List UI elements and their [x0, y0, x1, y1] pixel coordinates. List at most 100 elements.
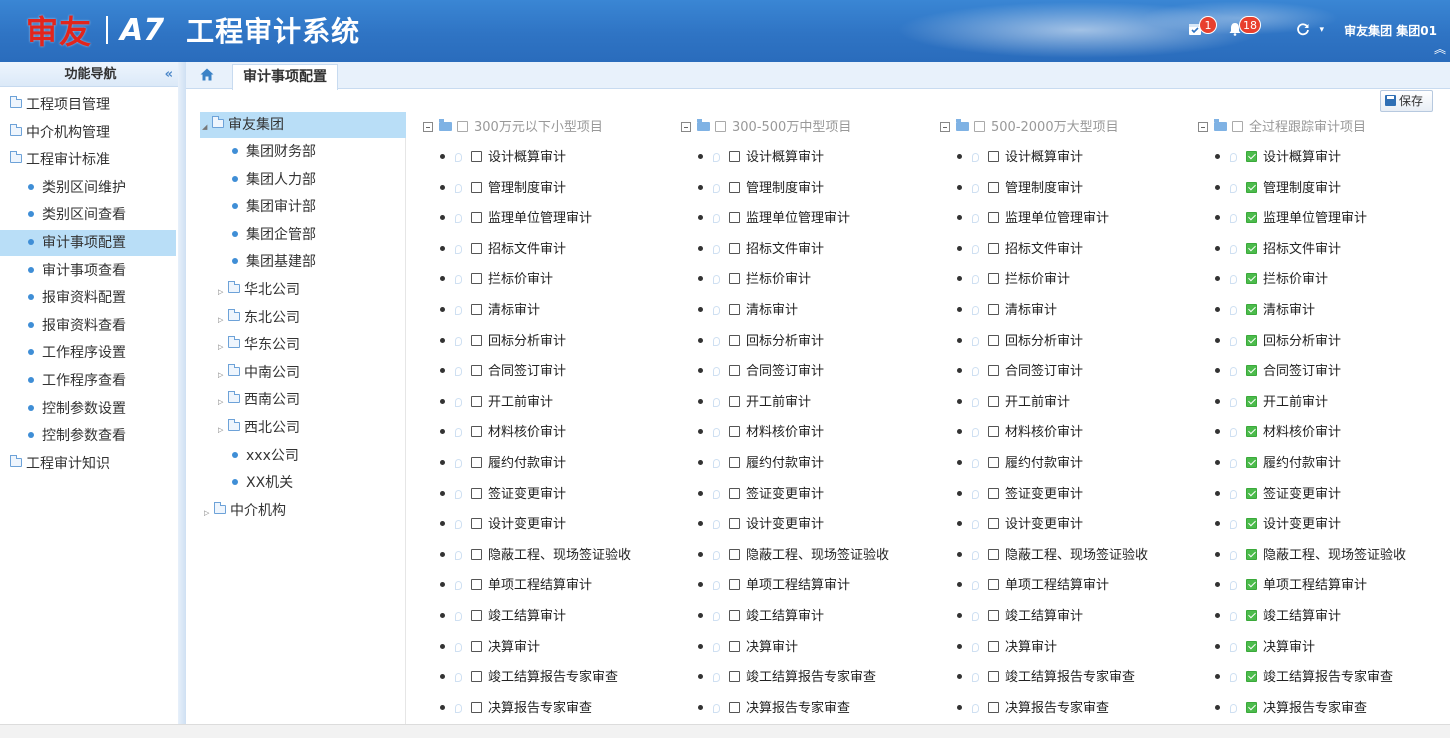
audit-item-checkbox[interactable]: [1246, 701, 1257, 713]
sidebar-item[interactable]: 类别区间维护: [0, 175, 176, 201]
audit-item[interactable]: 设计概算审计: [1215, 147, 1341, 169]
audit-item[interactable]: 回标分析审计: [440, 331, 566, 353]
audit-item-checkbox[interactable]: [471, 365, 482, 377]
audit-item-checkbox[interactable]: [471, 579, 482, 591]
collapsed-triangle-icon[interactable]: ▷: [218, 362, 228, 388]
tab-audit-item-config[interactable]: 审计事项配置: [232, 64, 338, 90]
calendar-icon[interactable]: 1: [1188, 16, 1217, 40]
audit-item-checkbox[interactable]: [988, 701, 999, 713]
audit-item[interactable]: 回标分析审计: [698, 331, 824, 353]
audit-item[interactable]: 开工前审计: [957, 392, 1070, 414]
audit-item[interactable]: 招标文件审计: [957, 239, 1083, 261]
audit-item[interactable]: 隐蔽工程、现场签证验收: [440, 545, 631, 567]
sidebar-item[interactable]: 工程审计知识: [0, 451, 176, 477]
audit-item[interactable]: 管理制度审计: [1215, 178, 1341, 200]
audit-item[interactable]: 回标分析审计: [1215, 331, 1341, 353]
audit-item-checkbox[interactable]: [729, 181, 740, 193]
audit-item[interactable]: 合同签订审计: [440, 361, 566, 383]
audit-item[interactable]: 履约付款审计: [698, 453, 824, 475]
audit-item-checkbox[interactable]: [471, 640, 482, 652]
audit-item[interactable]: 竣工结算审计: [957, 606, 1083, 628]
audit-item-checkbox[interactable]: [471, 212, 482, 224]
audit-item[interactable]: 履约付款审计: [1215, 453, 1341, 475]
audit-item[interactable]: 开工前审计: [698, 392, 811, 414]
column-checkbox[interactable]: [1232, 121, 1243, 132]
audit-item-checkbox[interactable]: [988, 457, 999, 468]
audit-item-checkbox[interactable]: [471, 671, 482, 683]
audit-item-checkbox[interactable]: [1246, 640, 1257, 652]
audit-item-checkbox[interactable]: [1246, 487, 1257, 499]
audit-item-checkbox[interactable]: [729, 610, 740, 621]
audit-item[interactable]: 设计概算审计: [957, 147, 1083, 169]
audit-item[interactable]: 竣工结算报告专家审查: [440, 667, 618, 689]
audit-item[interactable]: 竣工结算审计: [1215, 606, 1341, 628]
audit-item[interactable]: 决算报告专家审查: [698, 698, 850, 720]
sidebar-item[interactable]: 报审资料查看: [0, 313, 176, 339]
audit-item-checkbox[interactable]: [988, 304, 999, 315]
org-tree-item[interactable]: 集团基建部: [232, 249, 316, 275]
sidebar-item[interactable]: 工作程序查看: [0, 368, 176, 394]
audit-item[interactable]: 招标文件审计: [698, 239, 824, 261]
audit-item[interactable]: 开工前审计: [440, 392, 553, 414]
audit-item-checkbox[interactable]: [729, 151, 740, 162]
audit-item[interactable]: 拦标价审计: [957, 269, 1070, 291]
audit-item[interactable]: 竣工结算审计: [440, 606, 566, 628]
user-info[interactable]: 审友集团 集团01: [1344, 22, 1437, 39]
audit-item-checkbox[interactable]: [988, 151, 999, 162]
column-checkbox[interactable]: [457, 121, 468, 132]
audit-item-checkbox[interactable]: [471, 334, 482, 346]
audit-item[interactable]: 合同签订审计: [1215, 361, 1341, 383]
audit-item-checkbox[interactable]: [1246, 304, 1257, 315]
column-checkbox[interactable]: [715, 121, 726, 132]
audit-item-checkbox[interactable]: [729, 518, 740, 530]
audit-item-checkbox[interactable]: [1246, 579, 1257, 591]
audit-item[interactable]: 签证变更审计: [1215, 484, 1341, 506]
audit-item[interactable]: 材料核价审计: [1215, 422, 1341, 444]
audit-item[interactable]: 决算审计: [1215, 637, 1315, 659]
audit-item[interactable]: 竣工结算报告专家审查: [957, 667, 1135, 689]
audit-item-checkbox[interactable]: [1246, 334, 1257, 346]
audit-item-checkbox[interactable]: [471, 701, 482, 713]
collapse-node-icon[interactable]: [681, 122, 691, 132]
audit-item[interactable]: 材料核价审计: [957, 422, 1083, 444]
sidebar-item[interactable]: 控制参数查看: [0, 423, 176, 449]
audit-item-checkbox[interactable]: [988, 548, 999, 560]
audit-item-checkbox[interactable]: [988, 671, 999, 683]
audit-item[interactable]: 签证变更审计: [440, 484, 566, 506]
audit-item[interactable]: 开工前审计: [1215, 392, 1328, 414]
audit-item-checkbox[interactable]: [988, 426, 999, 438]
sidebar-item[interactable]: 工作程序设置: [0, 340, 176, 366]
audit-item[interactable]: 隐蔽工程、现场签证验收: [698, 545, 889, 567]
audit-item-checkbox[interactable]: [988, 395, 999, 407]
org-tree-item[interactable]: 集团审计部: [232, 194, 316, 220]
audit-item-checkbox[interactable]: [988, 334, 999, 346]
audit-item-checkbox[interactable]: [471, 426, 482, 438]
audit-item[interactable]: 监理单位管理审计: [440, 208, 592, 230]
org-tree-item[interactable]: 集团企管部: [232, 222, 316, 248]
audit-item[interactable]: 设计变更审计: [957, 514, 1083, 536]
audit-item[interactable]: 清标审计: [957, 300, 1057, 322]
audit-item[interactable]: 履约付款审计: [440, 453, 566, 475]
expanded-triangle-icon[interactable]: ◢: [202, 114, 212, 140]
audit-item-checkbox[interactable]: [1246, 548, 1257, 560]
audit-item-checkbox[interactable]: [988, 365, 999, 377]
org-tree-item[interactable]: ▷ 华东公司: [218, 332, 300, 358]
org-tree-item[interactable]: xxx公司: [232, 443, 299, 469]
audit-item-checkbox[interactable]: [471, 548, 482, 560]
audit-item[interactable]: 招标文件审计: [1215, 239, 1341, 261]
audit-item-checkbox[interactable]: [1246, 181, 1257, 193]
org-tree-root[interactable]: ◢ 审友集团: [200, 112, 406, 138]
audit-item-checkbox[interactable]: [471, 610, 482, 621]
org-tree-item[interactable]: XX机关: [232, 470, 293, 496]
sidebar-item[interactable]: 类别区间查看: [0, 202, 176, 228]
org-tree-item[interactable]: 集团财务部: [232, 139, 316, 165]
audit-item-checkbox[interactable]: [1246, 242, 1257, 254]
audit-item-checkbox[interactable]: [1246, 212, 1257, 224]
audit-item[interactable]: 管理制度审计: [440, 178, 566, 200]
collapsed-triangle-icon[interactable]: ▷: [204, 500, 214, 526]
collapsed-triangle-icon[interactable]: ▷: [218, 417, 228, 443]
audit-item[interactable]: 清标审计: [440, 300, 540, 322]
sidebar-item[interactable]: 报审资料配置: [0, 285, 176, 311]
audit-item-checkbox[interactable]: [1246, 518, 1257, 530]
column-checkbox[interactable]: [974, 121, 985, 132]
